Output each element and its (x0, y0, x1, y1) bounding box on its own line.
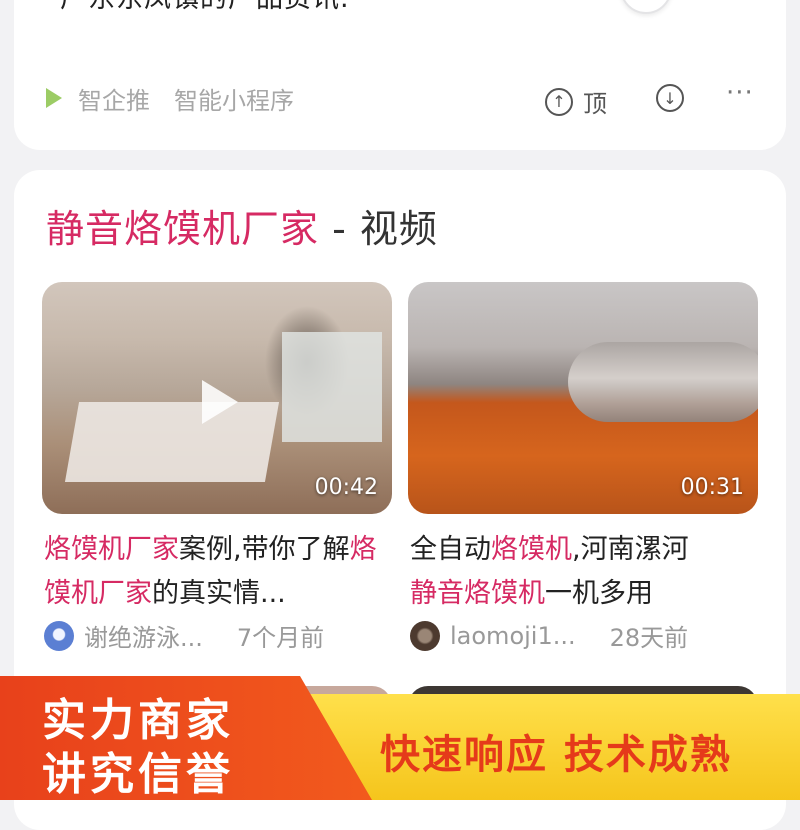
play-icon (202, 380, 238, 424)
title-part: 静音烙馍机 (410, 578, 545, 609)
title-part: 烙馍机厂家 (44, 534, 179, 565)
video-thumbnail-2[interactable]: 00:31 (408, 282, 758, 514)
promo-line-2: 讲究信誉 (42, 749, 234, 800)
source-row: 智企推 智能小程序 (46, 80, 294, 116)
video-meta-1: 谢绝游泳... 7个月前 (44, 618, 324, 653)
author-name[interactable]: laomoji1... (450, 622, 576, 650)
circle-button[interactable] (620, 0, 672, 14)
video-duration: 00:31 (680, 475, 744, 500)
title-part: 案例,带你了解 (179, 534, 350, 565)
video-title-2[interactable]: 全自动烙馍机,河南漯河 静音烙馍机一机多用 (410, 528, 760, 616)
video-duration: 00:42 (314, 475, 378, 500)
title-part: 一机多用 (545, 578, 653, 609)
video-title-1[interactable]: 烙馍机厂家案例,带你了解烙馍机厂家的真实情... (44, 528, 394, 616)
section-title-highlight: 静音烙馍机厂家 (46, 207, 320, 251)
upvote-label: 顶 (583, 90, 607, 118)
video-meta-2: laomoji1... 28天前 (410, 618, 688, 653)
thumb-up-icon: ↑ (545, 87, 573, 116)
source-name[interactable]: 智企推 (78, 81, 150, 116)
video-thumbnail-1[interactable]: 00:42 (42, 282, 392, 514)
section-title[interactable]: 静音烙馍机厂家 - 视频 (46, 198, 438, 253)
title-part: 的真实情... (152, 578, 286, 609)
result-description: 广东东凤镇的产品资讯. (60, 0, 350, 15)
upvote-button[interactable]: ↑ 顶 (545, 84, 607, 119)
result-card-top: 广东东凤镇的产品资讯. (14, 0, 786, 150)
publish-time: 7个月前 (236, 624, 325, 652)
title-part: 烙馍机 (491, 534, 572, 565)
title-part: 全自动 (410, 534, 491, 565)
publish-time: 28天前 (609, 624, 689, 652)
more-icon[interactable]: ··· (726, 78, 754, 108)
source-type: 智能小程序 (174, 86, 294, 115)
downvote-button[interactable]: ↓ (656, 84, 684, 112)
promo-slogan: 快速响应 技术成熟 (380, 732, 732, 778)
avatar[interactable] (410, 620, 440, 651)
author-name[interactable]: 谢绝游泳... (84, 618, 203, 653)
title-part: ,河南漯河 (572, 534, 689, 565)
avatar[interactable] (44, 620, 74, 651)
thumb-down-icon: ↓ (656, 84, 684, 112)
section-title-rest: - 视频 (319, 207, 438, 251)
play-arrow-icon (46, 88, 62, 108)
